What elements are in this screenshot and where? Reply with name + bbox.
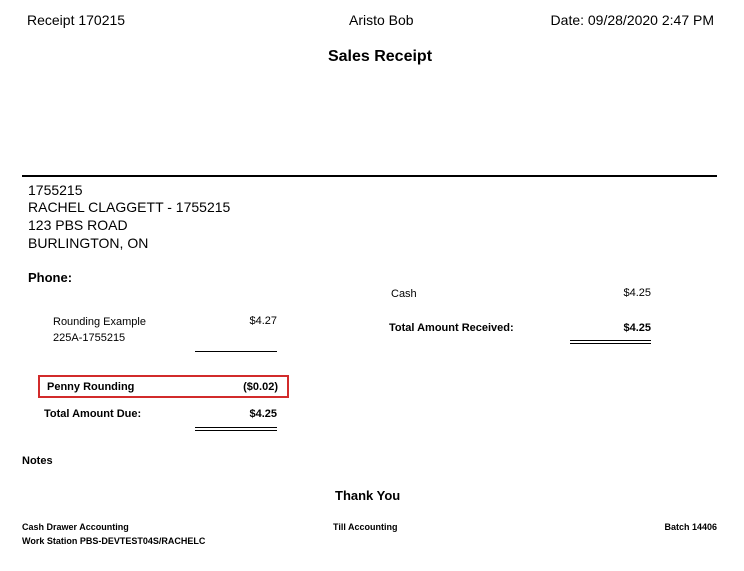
customer-name: RACHEL CLAGGETT - 1755215: [28, 199, 231, 215]
cashier-name: Aristo Bob: [349, 12, 414, 28]
till-accounting: Till Accounting: [333, 522, 398, 532]
payment-amount: $4.25: [623, 287, 651, 299]
header-divider: [22, 175, 717, 177]
batch-number: Batch 14406: [664, 522, 717, 532]
receipt-page: { "header": { "receipt_number": "Receipt…: [0, 0, 744, 571]
workstation-id: Work Station PBS-DEVTEST04S/RACHELC: [22, 536, 206, 546]
total-due-amount: $4.25: [249, 408, 277, 420]
total-received-double-underline: [570, 340, 651, 344]
penny-rounding-amount: ($0.02): [243, 381, 278, 393]
total-received-amount: $4.25: [623, 322, 651, 334]
payment-method: Cash: [391, 288, 417, 300]
penny-rounding-label: Penny Rounding: [47, 381, 135, 393]
customer-id: 1755215: [28, 182, 83, 198]
total-received-label: Total Amount Received:: [389, 322, 514, 334]
customer-address-line1: 123 PBS ROAD: [28, 217, 128, 233]
item-amount: $4.27: [249, 315, 277, 327]
receipt-date: Date: 09/28/2020 2:47 PM: [550, 12, 714, 28]
total-due-double-underline: [195, 427, 277, 431]
thank-you-message: Thank You: [335, 488, 401, 503]
customer-address-line2: BURLINGTON, ON: [28, 235, 149, 251]
cash-drawer-accounting: Cash Drawer Accounting: [22, 522, 129, 532]
total-due-label: Total Amount Due:: [44, 408, 142, 420]
notes-label: Notes: [22, 455, 53, 467]
item-description: Rounding Example: [53, 316, 146, 328]
item-code: 225A-1755215: [53, 332, 126, 344]
subtotal-underline: [195, 351, 277, 352]
page-title: Sales Receipt: [327, 48, 433, 65]
phone-label: Phone:: [28, 270, 73, 285]
receipt-number: Receipt 170215: [27, 12, 126, 28]
